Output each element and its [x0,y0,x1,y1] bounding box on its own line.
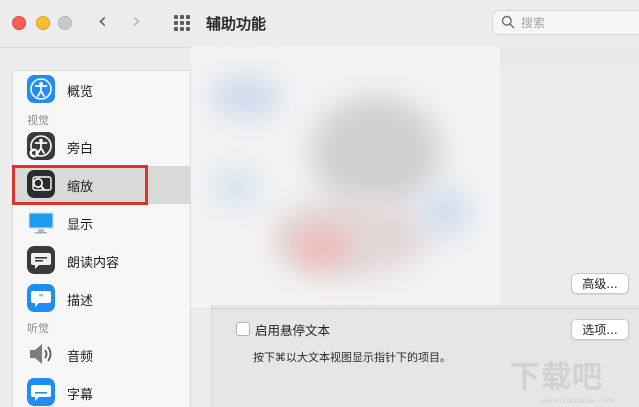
sidebar-item-voiceover[interactable]: 旁白 [13,128,190,166]
search-icon [501,15,515,29]
hover-text-checkbox[interactable] [236,322,250,336]
hover-text-label: 启用悬停文本 [255,323,331,338]
sidebar-item-display[interactable]: 显示 [13,204,190,242]
sidebar: 概览 视觉 旁白 缩放 显示 朗读内容 " 描述 听觉 音频 字幕 [12,70,191,407]
watermark-url: www.xiazaiba.com [540,396,615,405]
minimize-button[interactable] [36,16,50,30]
sidebar-item-descriptions[interactable]: " 描述 [13,280,190,318]
options-button[interactable]: 选项... [571,319,629,340]
section-label-hearing: 听觉 [27,322,49,335]
svg-text:": " [39,294,44,304]
watermark-text: 下载吧 [510,360,603,395]
window-title: 辅助功能 [206,15,267,33]
forward-arrow-icon[interactable]: › [132,9,141,35]
sidebar-item-label: 字幕 [67,388,94,403]
sidebar-item-overview[interactable]: 概览 [13,71,190,109]
sidebar-item-label: 描述 [67,294,94,309]
sidebar-item-label: 音频 [67,350,94,365]
window-titlebar: ‹ › 辅助功能 [0,0,639,48]
display-icon [27,208,55,236]
sidebar-item-label: 显示 [67,218,94,233]
zoom-button[interactable] [58,16,72,30]
sidebar-item-captions[interactable]: 字幕 [13,374,190,407]
sidebar-item-audio[interactable]: 音频 [13,336,190,374]
advanced-button[interactable]: 高级... [571,273,629,294]
section-divider [211,308,639,309]
search-input[interactable] [521,13,639,32]
sidebar-item-label: 朗读内容 [67,256,120,271]
audio-speaker-icon [27,340,55,368]
close-button[interactable] [12,16,26,30]
sidebar-item-label: 概览 [67,85,94,100]
back-arrow-icon[interactable]: ‹ [98,9,107,35]
show-all-grid-icon[interactable] [174,15,190,31]
search-field[interactable] [492,10,639,35]
zoom-highlight-annotation [12,165,148,205]
watermark-logo: 下载吧 www.xiazaiba.com [510,352,635,407]
captions-icon [27,378,55,406]
blurred-preview-area [191,47,500,307]
hover-text-description: 按下⌘以大文本视图显示指针下的项目。 [253,351,451,364]
spoken-content-icon [27,246,55,274]
pane-header-strip [500,47,639,69]
sidebar-item-spoken-content[interactable]: 朗读内容 [13,242,190,280]
voiceover-icon [27,132,55,160]
sidebar-item-label: 旁白 [67,142,94,157]
descriptions-icon: " [27,284,55,312]
section-label-vision: 视觉 [27,114,49,127]
accessibility-overview-icon [27,75,55,103]
